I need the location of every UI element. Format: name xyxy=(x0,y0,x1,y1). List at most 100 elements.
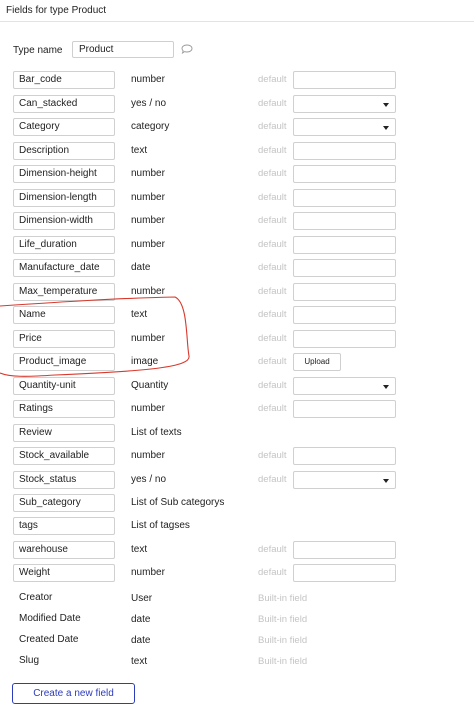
default-label: default xyxy=(258,309,287,320)
field-type-label: List of Sub categorys xyxy=(131,497,225,508)
field-name-input[interactable]: Manufacture_date xyxy=(13,259,115,277)
default-label: default xyxy=(258,333,287,344)
field-type-label: List of tagses xyxy=(131,520,190,531)
default-value-input[interactable] xyxy=(293,259,396,277)
field-row-dimension-width: Dimension-width number default xyxy=(0,212,474,232)
field-name-input[interactable]: Review xyxy=(13,424,115,442)
field-name-input[interactable]: Dimension-length xyxy=(13,189,115,207)
field-name-input[interactable]: Product_image xyxy=(13,353,115,371)
default-label: default xyxy=(258,567,287,578)
field-name-input[interactable]: Description xyxy=(13,142,115,160)
field-row-max-temperature: Max_temperature number default xyxy=(0,283,474,303)
builtin-row-created-date: Created Date date Built-in field xyxy=(0,632,474,652)
field-row-life-duration: Life_duration number default xyxy=(0,236,474,256)
create-new-field-button[interactable]: Create a new field xyxy=(12,683,135,704)
default-label: default xyxy=(258,145,287,156)
field-type-label: category xyxy=(131,121,170,132)
field-row-can-stacked: Can_stacked yes / no default xyxy=(0,95,474,115)
builtin-field-label: Built-in field xyxy=(258,635,308,646)
default-label: default xyxy=(258,474,287,485)
default-label: default xyxy=(258,380,287,391)
field-type-label: text xyxy=(131,309,148,320)
field-name-input[interactable]: Dimension-height xyxy=(13,165,115,183)
header-divider xyxy=(0,21,474,22)
field-row-quantity-unit: Quantity-unit Quantity default xyxy=(0,377,474,397)
field-row-product-image: Product_image image default Upload xyxy=(0,353,474,373)
default-value-select[interactable] xyxy=(293,471,396,489)
field-name-input[interactable]: Price xyxy=(13,330,115,348)
default-value-select[interactable] xyxy=(293,95,396,113)
field-type-label: number xyxy=(131,403,165,414)
field-name-input[interactable]: Ratings xyxy=(13,400,115,418)
default-value-input[interactable] xyxy=(293,400,396,418)
field-row-price: Price number default xyxy=(0,330,474,350)
field-name-input[interactable]: Can_stacked xyxy=(13,95,115,113)
default-label: default xyxy=(258,544,287,555)
type-name-input[interactable]: Product xyxy=(72,41,174,58)
default-label: default xyxy=(258,121,287,132)
field-row-description: Description text default xyxy=(0,142,474,162)
default-value-input[interactable] xyxy=(293,71,396,89)
field-type-label: image xyxy=(131,356,159,367)
field-row-dimension-height: Dimension-height number default xyxy=(0,165,474,185)
field-name-input[interactable]: Weight xyxy=(13,564,115,582)
default-value-input[interactable] xyxy=(293,189,396,207)
default-value-input[interactable] xyxy=(293,306,396,324)
field-row-category: Category category default xyxy=(0,118,474,138)
field-row-ratings: Ratings number default xyxy=(0,400,474,420)
field-type-label: number xyxy=(131,192,165,203)
field-name-input[interactable]: Life_duration xyxy=(13,236,115,254)
field-name-input[interactable]: Max_temperature xyxy=(13,283,115,301)
default-label: default xyxy=(258,403,287,414)
field-row-dimension-length: Dimension-length number default xyxy=(0,189,474,209)
field-name-input[interactable]: warehouse xyxy=(13,541,115,559)
field-name-input[interactable]: Name xyxy=(13,306,115,324)
builtin-field-type: User xyxy=(131,593,153,604)
page-title: Fields for type Product xyxy=(6,5,107,16)
default-value-input[interactable] xyxy=(293,142,396,160)
field-name-input[interactable]: tags xyxy=(13,517,115,535)
field-name-input[interactable]: Dimension-width xyxy=(13,212,115,230)
builtin-field-label: Built-in field xyxy=(258,614,308,625)
builtin-field-label: Built-in field xyxy=(258,656,308,667)
default-label: default xyxy=(258,450,287,461)
default-value-input[interactable] xyxy=(293,330,396,348)
default-value-input[interactable] xyxy=(293,447,396,465)
field-name-input[interactable]: Stock_status xyxy=(13,471,115,489)
builtin-field-name: Creator xyxy=(19,592,53,603)
builtin-row-modified-date: Modified Date date Built-in field xyxy=(0,611,474,631)
default-value-input[interactable] xyxy=(293,541,396,559)
upload-button[interactable]: Upload xyxy=(293,353,341,371)
default-value-input[interactable] xyxy=(293,283,396,301)
chevron-down-icon xyxy=(383,103,389,107)
field-name-input[interactable]: Stock_available xyxy=(13,447,115,465)
field-type-label: date xyxy=(131,262,151,273)
field-name-input[interactable]: Bar_code xyxy=(13,71,115,89)
builtin-field-label: Built-in field xyxy=(258,593,308,604)
default-value-input[interactable] xyxy=(293,165,396,183)
builtin-field-type: text xyxy=(131,656,148,667)
default-value-input[interactable] xyxy=(293,212,396,230)
field-type-label: number xyxy=(131,168,165,179)
default-label: default xyxy=(258,262,287,273)
field-name-input[interactable]: Category xyxy=(13,118,115,136)
type-name-label: Type name xyxy=(13,45,63,56)
comment-icon[interactable] xyxy=(181,44,193,54)
default-value-select[interactable] xyxy=(293,377,396,395)
field-type-label: number xyxy=(131,333,165,344)
field-type-label: text xyxy=(131,145,148,156)
field-row-stock-available: Stock_available number default xyxy=(0,447,474,467)
field-row-sub-category: Sub_category List of Sub categorys xyxy=(0,494,474,514)
default-value-input[interactable] xyxy=(293,564,396,582)
builtin-field-name: Slug xyxy=(19,655,40,666)
chevron-down-icon xyxy=(383,479,389,483)
field-type-label: number xyxy=(131,239,165,250)
field-row-weight: Weight number default xyxy=(0,564,474,584)
default-value-select[interactable] xyxy=(293,118,396,136)
field-type-label: number xyxy=(131,450,165,461)
field-row-stock-status: Stock_status yes / no default xyxy=(0,471,474,491)
field-name-input[interactable]: Quantity-unit xyxy=(13,377,115,395)
field-row-warehouse: warehouse text default xyxy=(0,541,474,561)
default-value-input[interactable] xyxy=(293,236,396,254)
field-name-input[interactable]: Sub_category xyxy=(13,494,115,512)
